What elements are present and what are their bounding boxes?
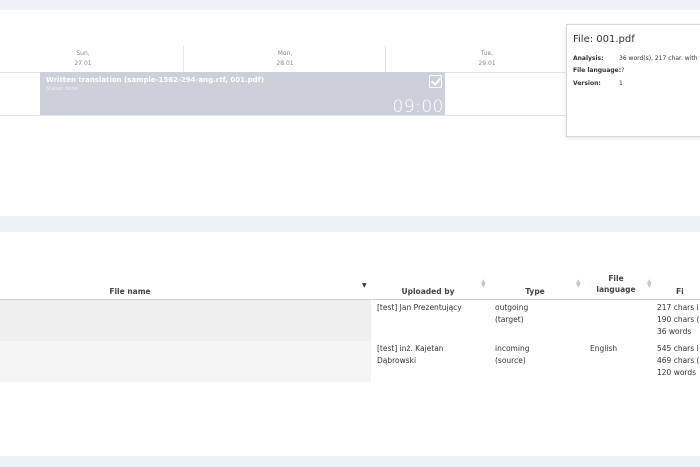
day-date: 28.01 (276, 60, 294, 67)
calendar-panel: Sun, 27.01 Mon, 28.01 Tue, 29.01 Written… (0, 10, 700, 216)
uploaded-by-cell: [test] Jan Prezentujący (377, 303, 462, 312)
day-name: Sun, (76, 50, 90, 57)
table-row[interactable]: [test] inż. Kajetan Dąbrowski incoming (… (0, 341, 700, 382)
popover-analysis: Analysis: 36 word(s), 217 char. with (573, 55, 698, 62)
table-row[interactable]: [test] Jan Prezentujący outgoing (target… (0, 300, 700, 341)
event-status: Status: done (46, 86, 78, 92)
column-header-file-size[interactable]: Fi (676, 286, 700, 297)
day-date: 27.01 (74, 60, 92, 67)
type-cell: outgoing (target) (495, 303, 529, 324)
language-label: File language: (573, 67, 622, 74)
type-cell: incoming (source) (495, 344, 530, 365)
version-label: Version: (573, 80, 601, 87)
files-panel: File name ▼ Uploaded by ▲ ▼ Type ▲ ▼ File … (0, 232, 700, 456)
column-header-type[interactable]: Type (512, 286, 558, 297)
sort-desc-icon[interactable]: ▼ (362, 282, 367, 289)
event-title: Written translation (sample-1562-294-ang… (46, 76, 264, 84)
file-popover: File: 001.pdf Analysis: 36 word(s), 217 c… (566, 24, 700, 137)
header-line: File (608, 274, 624, 283)
analysis-value: 36 word(s), 217 char. with (619, 55, 698, 62)
file-size-cell: 545 chars i 469 chars ( 120 words (657, 344, 700, 377)
file-size-cell: 217 chars i 190 chars ( 36 words (657, 303, 700, 336)
file-name-cell[interactable] (0, 300, 371, 341)
day-separator (385, 46, 386, 72)
sort-icon[interactable]: ▲ ▼ (576, 279, 581, 289)
day-header-mon: Mon, 28.01 (235, 49, 335, 69)
file-name-cell[interactable] (0, 341, 371, 382)
column-header-file-language[interactable]: File language (592, 273, 640, 295)
popover-version: Version: 1 (573, 80, 623, 87)
language-value: ? (621, 67, 625, 74)
popover-title: File: 001.pdf (573, 34, 635, 45)
popover-language: File language:? (573, 67, 624, 74)
version-value: 1 (619, 80, 623, 87)
day-separator (183, 46, 184, 72)
calendar-event[interactable]: Written translation (sample-1562-294-ang… (40, 72, 445, 117)
sort-icon[interactable]: ▲ ▼ (481, 279, 486, 289)
day-header-tue: Tue, 29.01 (437, 49, 537, 69)
column-header-uploaded-by[interactable]: Uploaded by (392, 286, 464, 297)
language-cell: English (590, 344, 618, 353)
check-icon (429, 75, 442, 88)
column-header-file-name[interactable]: File name (90, 286, 170, 297)
day-name: Mon, (277, 50, 293, 57)
day-header-sun: Sun, 27.01 (33, 49, 133, 69)
sort-icon[interactable]: ▲ ▼ (647, 279, 652, 289)
header-line: language (596, 285, 636, 294)
day-date: 29.01 (478, 60, 496, 67)
event-time: 09:00 (392, 97, 444, 117)
day-name: Tue, (480, 50, 494, 57)
uploaded-by-cell: [test] inż. Kajetan Dąbrowski (377, 344, 444, 365)
analysis-label: Analysis: (573, 55, 604, 62)
